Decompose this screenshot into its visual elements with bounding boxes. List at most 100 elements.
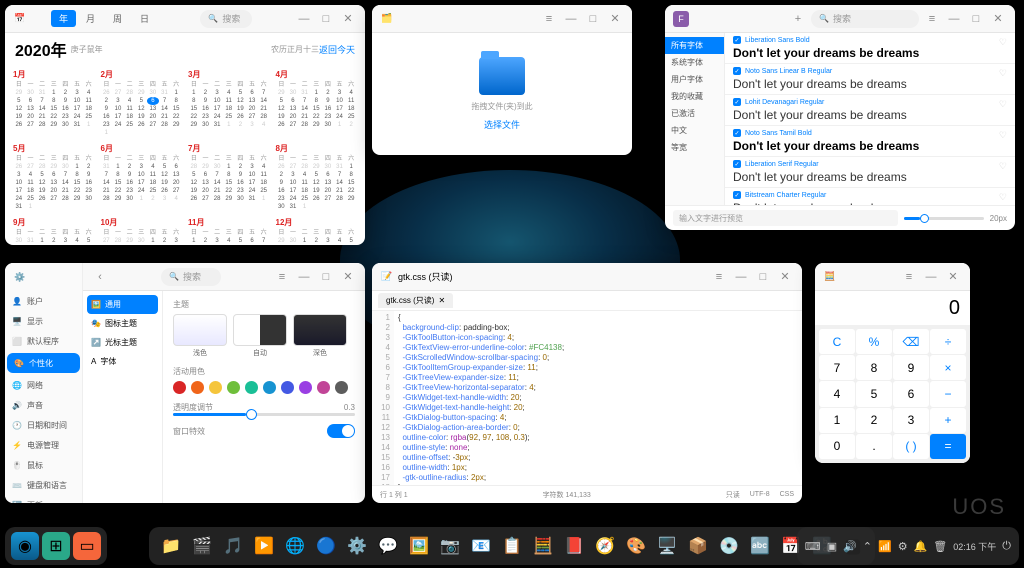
settings-nav-item[interactable]: 🕐日期和时间 <box>5 415 82 435</box>
minimize-button[interactable]: — <box>562 10 580 28</box>
font-item[interactable]: ✓Liberation Sans Bold♡Don't let your dre… <box>725 33 1015 64</box>
dock-app[interactable]: 🎬 <box>188 532 216 560</box>
dock-app[interactable]: 💿 <box>715 532 743 560</box>
calendar-tab-月[interactable]: 月 <box>78 10 103 27</box>
font-category[interactable]: 中文 <box>665 122 724 139</box>
settings-sub-item[interactable]: 🖼️通用 <box>87 295 158 314</box>
theme-auto[interactable]: 自动 <box>233 314 287 358</box>
onboard-icon[interactable]: ▣ <box>827 540 837 553</box>
calendar-search[interactable]: 搜索 <box>200 10 251 28</box>
month-4[interactable]: 4月日一二三四五六2930311234567891011121314151617… <box>276 69 358 137</box>
menu-button[interactable]: ≡ <box>273 268 291 286</box>
dock-app[interactable]: 📋 <box>498 532 526 560</box>
settings-nav-item[interactable]: ⬜默认程序 <box>5 331 82 351</box>
font-category[interactable]: 所有字体 <box>665 37 724 54</box>
menu-button[interactable]: ≡ <box>710 268 728 286</box>
month-10[interactable]: 10月日一二三四五六272829301234567891011121314151… <box>101 217 183 245</box>
font-item[interactable]: ✓Noto Sans Linear B Regular♡Don't let yo… <box>725 64 1015 95</box>
calc-key-=[interactable]: = <box>930 434 966 459</box>
settings-nav-item[interactable]: 👤账户 <box>5 291 82 311</box>
accent-color[interactable] <box>335 381 348 394</box>
settings-nav-item[interactable]: 🌐网络 <box>5 375 82 395</box>
select-file-button[interactable]: 选择文件 <box>484 118 520 131</box>
trash-icon[interactable]: 🗑 <box>933 540 947 553</box>
calc-key-÷[interactable]: ÷ <box>930 329 966 354</box>
calc-key-−[interactable]: − <box>930 381 966 406</box>
calc-key-7[interactable]: 7 <box>819 355 855 380</box>
language-status[interactable]: CSS <box>780 491 794 498</box>
add-font-button[interactable]: + <box>789 10 807 28</box>
dock-app[interactable]: 📦 <box>684 532 712 560</box>
month-7[interactable]: 7月日一二三四五六2829301234567891011121314151617… <box>188 143 270 211</box>
minimize-button[interactable]: — <box>945 10 963 28</box>
dock-app[interactable]: 🧭 <box>591 532 619 560</box>
settings-sub-item[interactable]: ↗️光标主题 <box>87 333 158 352</box>
month-11[interactable]: 11月日一二三四五六123456789101112131415161718192… <box>188 217 270 245</box>
calc-key-×[interactable]: × <box>930 355 966 380</box>
dock-app[interactable]: 📁 <box>157 532 185 560</box>
heart-icon[interactable]: ♡ <box>999 99 1007 110</box>
month-12[interactable]: 12月日一二三四五六293012345678910111213141516171… <box>276 217 358 245</box>
heart-icon[interactable]: ♡ <box>999 68 1007 79</box>
calc-key-6[interactable]: 6 <box>893 381 929 406</box>
notification-icon[interactable]: 🔔 <box>914 540 928 553</box>
close-tab-icon[interactable]: ✕ <box>438 296 445 305</box>
font-category[interactable]: 系统字体 <box>665 54 724 71</box>
close-button[interactable]: ✕ <box>944 268 962 286</box>
dock-app[interactable]: 🖼️ <box>405 532 433 560</box>
accent-color[interactable] <box>173 381 186 394</box>
dock-app[interactable]: 📷 <box>436 532 464 560</box>
calc-key-3[interactable]: 3 <box>893 408 929 433</box>
calc-key-+[interactable]: + <box>930 408 966 433</box>
calendar-tab-日[interactable]: 日 <box>132 10 157 27</box>
settings-icon[interactable]: ⚙ <box>898 540 908 553</box>
settings-nav-item[interactable]: 🎨个性化 <box>7 353 80 373</box>
maximize-button[interactable]: □ <box>317 10 335 28</box>
font-category[interactable]: 等宽 <box>665 139 724 156</box>
settings-nav-item[interactable]: ⚡电源管理 <box>5 435 82 455</box>
calc-key-0[interactable]: 0 <box>819 434 855 459</box>
accent-color[interactable] <box>281 381 294 394</box>
settings-sub-item[interactable]: A字体 <box>87 352 158 371</box>
close-button[interactable]: ✕ <box>339 10 357 28</box>
dock-app[interactable]: 🎨 <box>622 532 650 560</box>
month-2[interactable]: 2月日一二三四五六2627282930311234567891011121314… <box>101 69 183 137</box>
font-item[interactable]: ✓Liberation Serif Regular♡Don't let your… <box>725 157 1015 188</box>
heart-icon[interactable]: ♡ <box>999 130 1007 141</box>
heart-icon[interactable]: ♡ <box>999 161 1007 172</box>
calc-key-%[interactable]: % <box>856 329 892 354</box>
maximize-button[interactable]: □ <box>754 268 772 286</box>
close-button[interactable]: ✕ <box>339 268 357 286</box>
chevron-up-icon[interactable]: ⌃ <box>863 540 872 553</box>
dock-app[interactable]: 🎵 <box>219 532 247 560</box>
clock[interactable]: 02:16 下午 <box>953 540 996 553</box>
accent-color[interactable] <box>227 381 240 394</box>
dock-app[interactable]: 🌐 <box>281 532 309 560</box>
heart-icon[interactable]: ♡ <box>999 192 1007 203</box>
minimize-button[interactable]: — <box>732 268 750 286</box>
encoding-status[interactable]: UTF-8 <box>750 491 770 498</box>
dock-app[interactable]: 🖥️ <box>653 532 681 560</box>
dock-app[interactable]: 🧮 <box>529 532 557 560</box>
menu-button[interactable]: ≡ <box>923 10 941 28</box>
maximize-button[interactable]: □ <box>584 10 602 28</box>
maximize-button[interactable]: □ <box>967 10 985 28</box>
dock-app[interactable]: ▶️ <box>250 532 278 560</box>
calendar-tab-周[interactable]: 周 <box>105 10 130 27</box>
minimize-button[interactable]: — <box>295 10 313 28</box>
calc-key-.[interactable]: . <box>856 434 892 459</box>
accent-color[interactable] <box>245 381 258 394</box>
month-8[interactable]: 8月日一二三四五六2627282930311234567891011121314… <box>276 143 358 211</box>
calc-key-8[interactable]: 8 <box>856 355 892 380</box>
calc-key-4[interactable]: 4 <box>819 381 855 406</box>
preview-input[interactable]: 输入文字进行预览 <box>673 210 898 226</box>
calc-key-C[interactable]: C <box>819 329 855 354</box>
keyboard-icon[interactable]: ⌨ <box>805 540 821 553</box>
heart-icon[interactable]: ♡ <box>999 37 1007 48</box>
multitask-button[interactable]: ⊞ <box>42 532 70 560</box>
calc-key-9[interactable]: 9 <box>893 355 929 380</box>
font-item[interactable]: ✓Noto Sans Tamil Bold♡Don't let your dre… <box>725 126 1015 157</box>
menu-button[interactable]: ≡ <box>540 10 558 28</box>
today-button[interactable]: 返回今天 <box>319 43 355 56</box>
accent-color[interactable] <box>299 381 312 394</box>
